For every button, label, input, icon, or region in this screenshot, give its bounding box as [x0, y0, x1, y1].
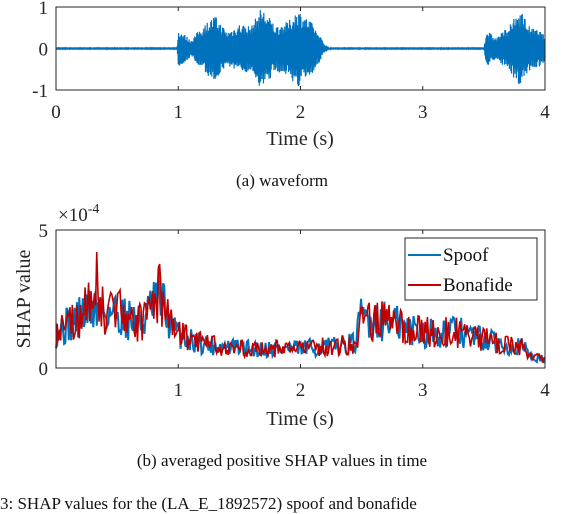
caption-a: (a) waveform — [235, 171, 329, 190]
x-tick-label: 2 — [296, 102, 306, 123]
y-tick-label: -1 — [32, 81, 48, 102]
shap-y-axis-label: SHAP value — [13, 250, 35, 349]
y-tick-label: 1 — [39, 0, 49, 19]
x-tick-label: 1 — [174, 102, 184, 123]
waveform-x-axis-label: Time (s) — [266, 128, 334, 150]
x-tick-label: 3 — [418, 380, 428, 401]
x-tick-label: 2 — [296, 380, 306, 401]
x-tick-label: 4 — [540, 380, 550, 401]
x-tick-label: 3 — [418, 102, 428, 123]
y-tick-label: 0 — [39, 359, 49, 380]
shap-plot: 1234 50 ×10-4 SHAP value Time (s) Spoof … — [13, 202, 550, 430]
x-tick-label: 1 — [174, 380, 184, 401]
shap-exponent-label: ×10-4 — [58, 202, 99, 226]
shap-x-axis-label: Time (s) — [266, 408, 334, 430]
figure: 01234 10-1 Time (s) 1234 50 ×10-4 SHAP v… — [13, 0, 550, 430]
legend-label-bonafide: Bonafide — [443, 275, 513, 296]
figure-caption: 3: SHAP values for the (LA_E_1892572) sp… — [0, 494, 417, 513]
legend-label-spoof: Spoof — [443, 245, 489, 266]
waveform-line — [55, 10, 546, 87]
y-tick-label: 0 — [39, 40, 49, 61]
caption-b: (b) averaged positive SHAP values in tim… — [136, 451, 428, 470]
x-tick-label: 4 — [540, 102, 550, 123]
waveform-y-ticks: 1 0 -1 — [32, 0, 48, 102]
waveform-series — [55, 10, 546, 87]
y-tick-label: 5 — [39, 221, 49, 242]
x-tick-label: 0 — [51, 102, 61, 123]
waveform-plot: 01234 10-1 Time (s) — [32, 0, 550, 150]
shap-y-ticks: 50 — [39, 221, 49, 380]
shap-legend: Spoof Bonafide — [404, 237, 538, 301]
